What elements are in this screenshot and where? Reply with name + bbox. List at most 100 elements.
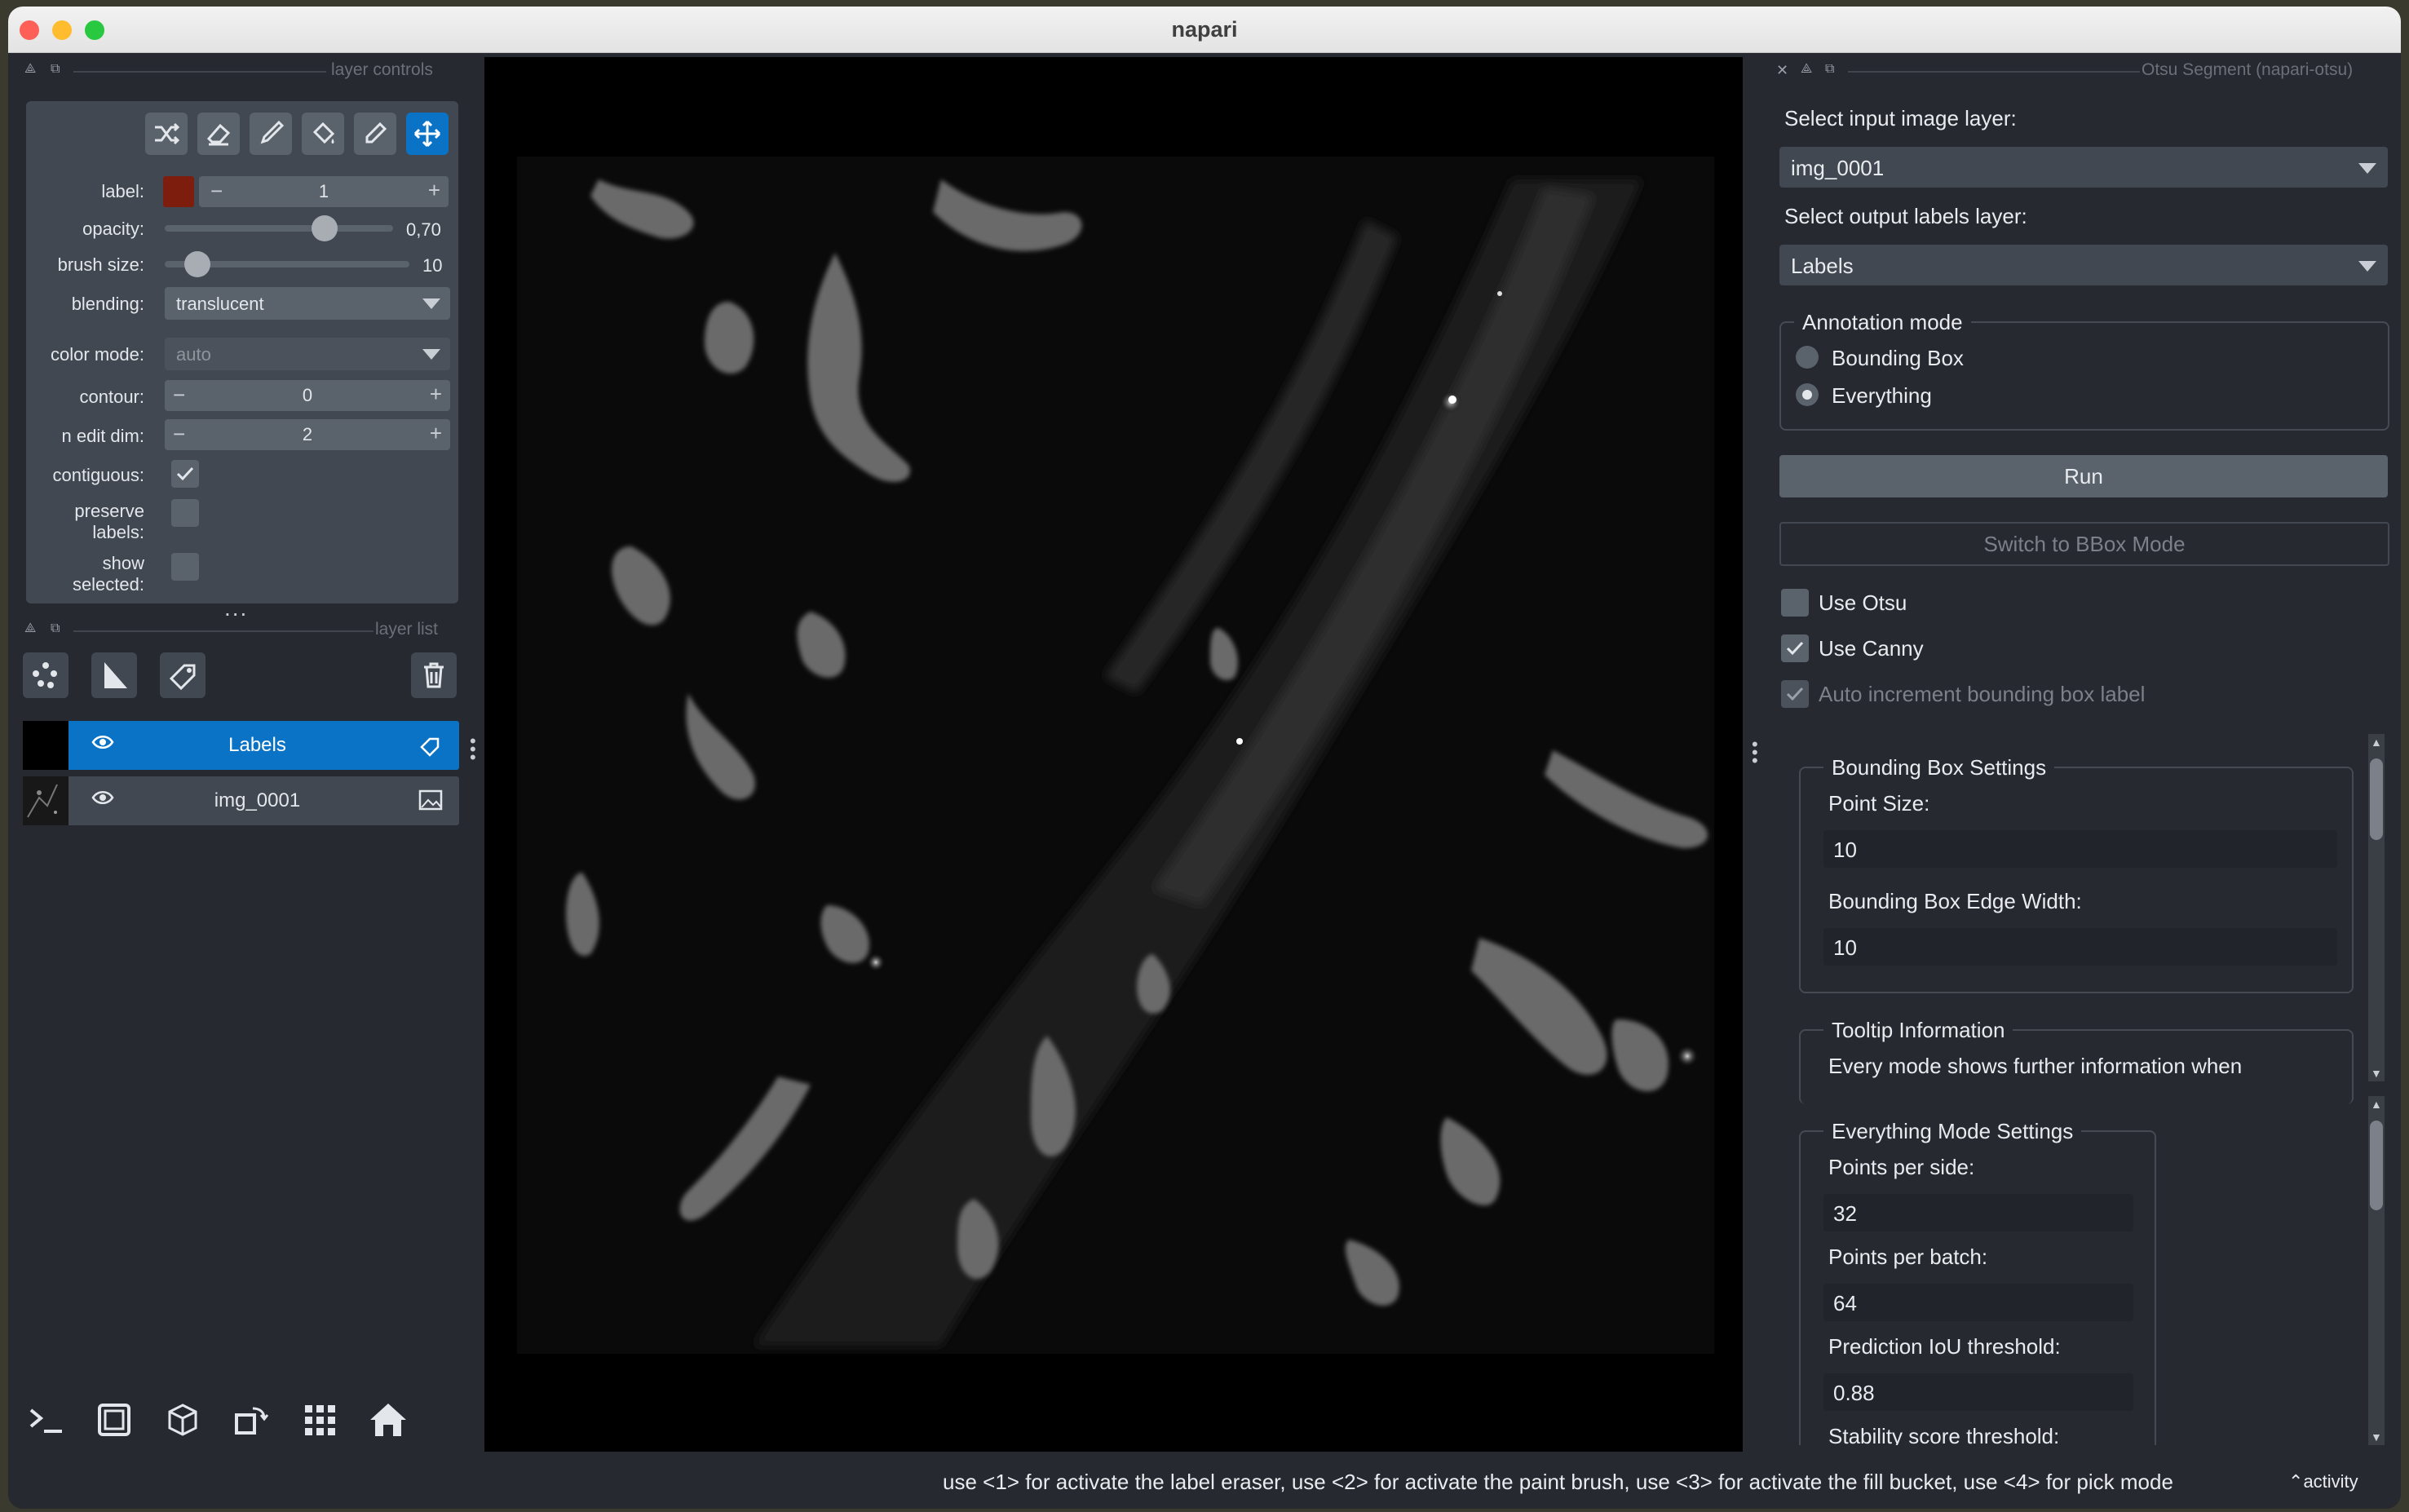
n-edit-dim-value: 2	[302, 424, 313, 444]
use-otsu-checkbox[interactable]	[1781, 589, 1809, 617]
brush-size-value: 10	[422, 255, 443, 276]
everything-option[interactable]: Everything	[1832, 383, 1932, 409]
run-button[interactable]: Run	[1779, 455, 2388, 497]
checkmark-icon	[1786, 687, 1804, 701]
undock-icon[interactable]: ⧉	[51, 62, 60, 77]
toggle-grid-button[interactable]	[297, 1397, 343, 1443]
everything-settings-title: Everything Mode Settings	[1823, 1119, 2082, 1144]
layer-controls-header: layer controls	[331, 60, 433, 79]
input-layer-dropdown[interactable]: img_0001	[1779, 147, 2388, 188]
contour-spinbox[interactable]: − 0 +	[165, 380, 450, 411]
new-points-layer-button[interactable]	[23, 652, 69, 698]
everything-radio[interactable]	[1796, 383, 1819, 406]
shuffle-icon	[155, 122, 180, 145]
increment-contour-button[interactable]: +	[430, 382, 442, 407]
eraser-icon	[206, 123, 231, 146]
layer-row-labels[interactable]: Labels	[23, 721, 459, 770]
reset-view-button[interactable]	[365, 1397, 411, 1443]
preserve-labels-line1: preserve	[74, 501, 144, 521]
toggle-3d-button[interactable]	[160, 1397, 206, 1443]
console-icon	[29, 1408, 62, 1433]
paint-brush-button[interactable]	[250, 113, 292, 155]
activity-button[interactable]: ⌃activity	[2288, 1471, 2358, 1492]
bounding-box-option[interactable]: Bounding Box	[1832, 346, 1964, 371]
shuffle-colors-button[interactable]	[145, 113, 188, 155]
float-dock-icon[interactable]: ⟁	[1801, 62, 1812, 77]
brush-size-slider-handle[interactable]	[184, 251, 210, 277]
bbox-settings-scrollbar[interactable]: ▲ ▼	[2368, 734, 2385, 1081]
contiguous-checkbox[interactable]	[171, 460, 199, 488]
n-edit-dim-spinbox[interactable]: − 2 +	[165, 419, 450, 450]
opacity-slider-handle[interactable]	[312, 215, 338, 241]
undock-icon[interactable]: ⧉	[1825, 62, 1834, 77]
resize-handle[interactable]: ...	[224, 595, 248, 621]
preserve-labels-label: preserve labels:	[74, 501, 144, 543]
scroll-down-icon[interactable]: ▼	[2371, 1430, 2382, 1443]
increment-n-edit-dim-button[interactable]: +	[430, 421, 442, 446]
scroll-up-icon[interactable]: ▲	[2371, 1098, 2382, 1111]
use-canny-checkbox[interactable]	[1781, 634, 1809, 662]
scroll-up-icon[interactable]: ▲	[2371, 736, 2382, 749]
new-labels-layer-button[interactable]	[160, 652, 206, 698]
output-layer-label: Select output labels layer:	[1784, 204, 2027, 228]
label-value: 1	[318, 181, 329, 201]
viewer-canvas[interactable]	[484, 57, 1743, 1452]
auto-increment-checkbox[interactable]	[1781, 680, 1809, 708]
scrollbar-handle[interactable]	[2370, 758, 2383, 840]
checkmark-icon	[1786, 641, 1804, 656]
show-selected-checkbox[interactable]	[171, 553, 199, 581]
everything-settings-scrollbar[interactable]: ▲ ▼	[2368, 1096, 2385, 1445]
label-label: label:	[101, 181, 144, 201]
visibility-eye-icon[interactable]	[91, 789, 114, 810]
layer-name[interactable]: Labels	[121, 734, 394, 757]
scrollbar-handle[interactable]	[2370, 1121, 2383, 1210]
point-size-value: 10	[1833, 838, 1857, 862]
window-title: napari	[1171, 17, 1238, 42]
scroll-down-icon[interactable]: ▼	[2371, 1067, 2382, 1080]
increment-label-button[interactable]: +	[428, 178, 440, 203]
layer-thumbnail	[23, 721, 69, 770]
layer-row-img[interactable]: img_0001	[23, 776, 459, 825]
points-per-batch-input[interactable]: 64	[1823, 1284, 2133, 1321]
blending-dropdown[interactable]: translucent	[165, 287, 450, 320]
undock-icon[interactable]: ⧉	[51, 621, 60, 636]
layer-name[interactable]: img_0001	[121, 789, 394, 812]
bounding-box-radio[interactable]	[1796, 346, 1819, 369]
color-picker-button[interactable]	[354, 113, 396, 155]
preserve-labels-checkbox[interactable]	[171, 499, 199, 527]
visibility-eye-icon[interactable]	[91, 734, 114, 754]
edge-width-input[interactable]: 10	[1823, 928, 2337, 966]
new-shapes-layer-button[interactable]	[91, 652, 137, 698]
switch-bbox-mode-button[interactable]: Switch to BBox Mode	[1779, 522, 2389, 566]
title-bar: napari	[8, 7, 2401, 53]
point-size-input[interactable]: 10	[1823, 830, 2337, 868]
roll-dimensions-button[interactable]	[228, 1397, 274, 1443]
chevron-down-icon	[422, 349, 440, 360]
eraser-button[interactable]	[197, 113, 240, 155]
home-icon	[370, 1404, 406, 1436]
splitter-handle[interactable]: • • •	[470, 732, 476, 767]
pan-zoom-button[interactable]	[406, 113, 449, 155]
plugin-header: Otsu Segment (napari-otsu)	[2142, 60, 2354, 79]
label-spinbox[interactable]: − 1 +	[199, 176, 449, 207]
float-dock-icon[interactable]: ⟁	[24, 62, 36, 77]
show-selected-line2: selected:	[72, 574, 144, 595]
points-per-side-input[interactable]: 32	[1823, 1194, 2133, 1231]
iou-threshold-input[interactable]: 0.88	[1823, 1373, 2133, 1411]
opacity-slider[interactable]	[165, 225, 393, 232]
tooltip-text: Every mode shows further information whe…	[1828, 1054, 2243, 1078]
float-dock-icon[interactable]: ⟁	[24, 621, 36, 636]
activity-label: activity	[2303, 1471, 2358, 1492]
color-mode-dropdown[interactable]: auto	[165, 338, 450, 370]
close-dock-icon[interactable]: ✕	[1776, 62, 1788, 79]
pan-zoom-icon	[413, 120, 441, 148]
output-layer-dropdown[interactable]: Labels	[1779, 245, 2388, 285]
fill-bucket-button[interactable]	[302, 113, 344, 155]
label-color-swatch[interactable]	[163, 176, 194, 207]
toggle-ndisplay-button[interactable]	[91, 1397, 137, 1443]
layer-thumbnail	[23, 776, 69, 825]
delete-layer-button[interactable]	[411, 652, 457, 698]
splitter-handle[interactable]: • • •	[1752, 736, 1758, 770]
input-layer-label: Select input image layer:	[1784, 106, 2017, 130]
toggle-console-button[interactable]	[23, 1397, 69, 1443]
